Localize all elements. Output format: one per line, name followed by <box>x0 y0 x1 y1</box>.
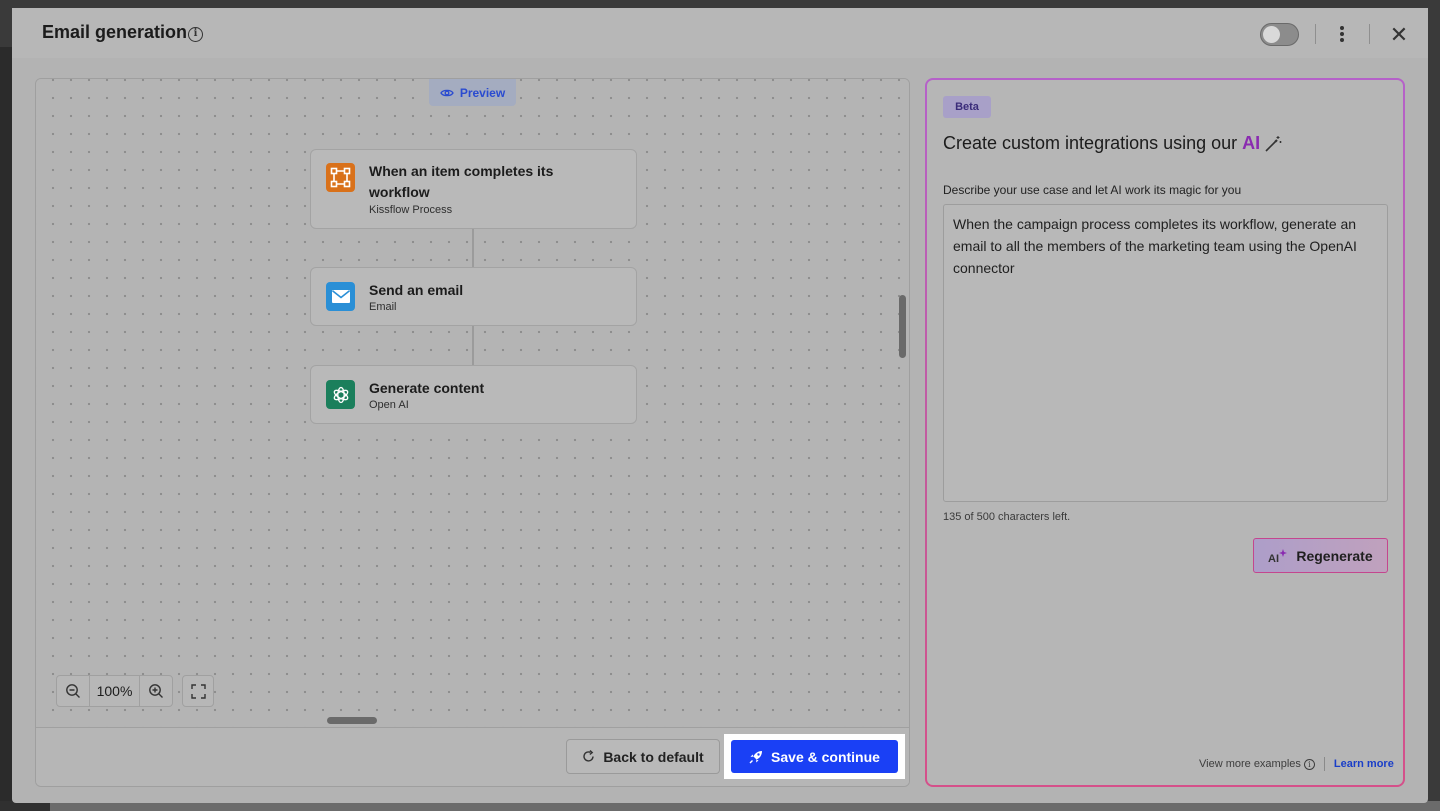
node-connector <box>472 229 474 267</box>
back-to-default-label: Back to default <box>603 748 704 765</box>
ai-panel-footer: View more examples i Learn more <box>1199 756 1394 772</box>
node-title: Send an email <box>369 282 464 298</box>
vertical-scrollbar[interactable] <box>899 295 906 358</box>
node-subtitle: Email <box>369 301 397 313</box>
ai-integration-panel: Beta Create custom integrations using ou… <box>925 78 1405 787</box>
node-connector <box>472 326 474 365</box>
node-subtitle: Kissflow Process <box>369 204 453 216</box>
beta-badge: Beta <box>943 96 991 118</box>
workflow-canvas-panel: Preview When an item completes its workf… <box>35 78 910 787</box>
ai-panel-heading: Create custom integrations using our AI <box>943 133 1260 154</box>
view-more-examples-link[interactable]: View more examples i <box>1199 758 1315 770</box>
email-generation-modal: Email generation i ✕ Preview When an ite… <box>12 8 1428 803</box>
backdrop <box>0 47 12 811</box>
canvas-footer: Back to default Save & continue <box>36 727 909 786</box>
info-icon: i <box>1303 758 1315 770</box>
more-options-icon[interactable] <box>1334 24 1350 46</box>
ai-heading-text: Create custom integrations using our <box>943 133 1238 153</box>
save-and-continue-button[interactable]: Save & continue <box>731 740 898 773</box>
close-icon[interactable]: ✕ <box>1388 24 1410 46</box>
workflow-node-send-email[interactable]: Send an email Email <box>310 267 637 326</box>
use-case-label: Describe your use case and let AI work i… <box>943 183 1242 197</box>
fit-to-screen-button[interactable] <box>182 675 214 707</box>
back-to-default-button[interactable]: Back to default <box>566 739 720 774</box>
magic-wand-icon <box>1265 136 1282 152</box>
info-icon[interactable]: i <box>188 27 203 42</box>
modal-title: Email generation <box>42 22 188 42</box>
zoom-out-button[interactable] <box>57 676 89 706</box>
regenerate-label: Regenerate <box>1296 547 1373 564</box>
ai-sparkle-icon: AI <box>1268 548 1288 564</box>
zoom-out-icon <box>66 684 80 698</box>
node-title: When an item completes its workflow <box>369 163 554 200</box>
header-divider <box>1315 24 1316 44</box>
character-count: 135 of 500 characters left. <box>943 511 1071 523</box>
openai-icon <box>326 380 355 409</box>
header-divider <box>1369 24 1370 44</box>
toggle-switch[interactable] <box>1260 23 1299 46</box>
fullscreen-icon <box>190 683 206 699</box>
zoom-controls: 100% <box>56 675 173 707</box>
zoom-in-icon <box>149 684 163 698</box>
zoom-in-button[interactable] <box>140 676 172 706</box>
preview-label: Preview <box>459 85 506 100</box>
workflow-node-trigger[interactable]: When an item completes its workflow Kiss… <box>310 149 637 229</box>
view-more-examples-label: View more examples <box>1199 758 1301 770</box>
modal-header: Email generation i ✕ <box>12 8 1428 58</box>
zoom-level: 100% <box>89 676 140 706</box>
node-title: Generate content <box>369 380 485 396</box>
save-and-continue-label: Save & continue <box>771 748 880 765</box>
eye-icon <box>440 89 454 96</box>
email-icon <box>326 282 355 311</box>
learn-more-link[interactable]: Learn more <box>1334 758 1394 770</box>
ai-heading-highlight: AI <box>1242 133 1261 153</box>
use-case-textarea[interactable]: When the campaign process completes its … <box>943 204 1388 502</box>
reset-icon <box>583 750 595 762</box>
svg-text:AI: AI <box>1268 553 1279 564</box>
workflow-canvas[interactable]: Preview When an item completes its workf… <box>36 79 909 727</box>
preview-button[interactable]: Preview <box>429 79 516 106</box>
regenerate-button[interactable]: AI Regenerate <box>1253 538 1388 573</box>
workflow-node-generate-content[interactable]: Generate content Open AI <box>310 365 637 424</box>
toggle-knob <box>1263 26 1280 43</box>
save-button-highlight: Save & continue <box>724 734 905 779</box>
rocket-icon <box>749 750 763 763</box>
footer-divider <box>1323 757 1325 771</box>
horizontal-scrollbar[interactable] <box>327 717 377 724</box>
node-subtitle: Open AI <box>369 399 409 411</box>
kissflow-process-icon <box>326 163 355 192</box>
